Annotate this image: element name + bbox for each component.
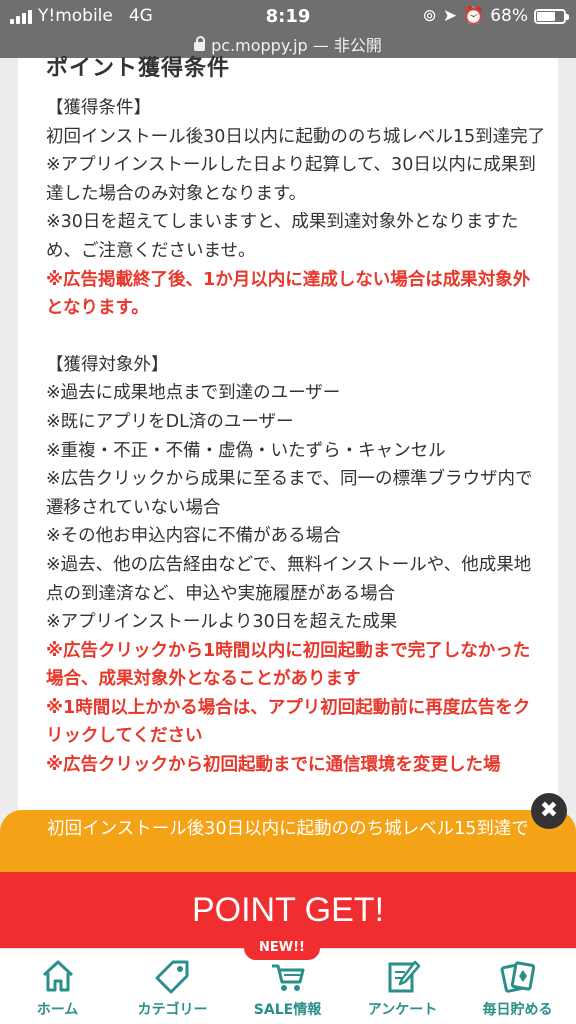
location-icon: ➤ <box>442 6 458 26</box>
condition-line: ※広告クリックから成果に至るまで、同一の標準ブラウザ内で遷移されていない場合 <box>46 469 533 518</box>
nav-label-category: カテゴリー <box>137 1002 208 1018</box>
battery-fill <box>537 11 555 21</box>
nav-item-home[interactable]: ホーム <box>0 949 115 1024</box>
condition-line: ※アプリインストールより30日を超えた成果 <box>46 612 398 633</box>
condition-line: ※広告クリックから初回起動までに通信環境を変更した場 <box>46 755 501 776</box>
alarm-icon: ⏰ <box>463 6 485 26</box>
banner-text: 初回インストール後30日以内に起動ののち城レベル15到達で <box>47 819 529 839</box>
battery-icon <box>534 8 569 24</box>
condition-line: 【獲得条件】 <box>46 98 151 118</box>
section-title: ポイント獲得条件 <box>46 56 231 81</box>
nav-item-daily[interactable]: 毎日貯める <box>460 949 575 1024</box>
url-suffix: — 非公開 <box>312 36 382 55</box>
home-icon <box>42 960 73 992</box>
nav-item-survey[interactable]: アンケート <box>345 949 460 1024</box>
survey-icon <box>388 960 420 993</box>
nav-item-category[interactable]: カテゴリー <box>115 949 230 1024</box>
nav-label-daily: 毎日貯める <box>482 1002 553 1018</box>
conditions-card: ポイント獲得条件 【獲得条件】初回インストール後30日以内に起動ののち城レベル1… <box>18 56 558 838</box>
conditions-text: 【獲得条件】初回インストール後30日以内に起動ののち城レベル15到達完了 ※アプリ… <box>46 94 546 780</box>
close-banner-button[interactable]: ✖ <box>531 793 567 829</box>
nav-label-sale: SALE情報 <box>253 1002 322 1018</box>
condition-line: ※30日を超えてしまいますと、成果到達対象外となりますため、ご注意くださいませ。 <box>46 212 519 261</box>
page: Y!mobile 4G 8:19 ⊚ ➤ ⏰ 68% pc.moppy.jp —… <box>0 0 576 1024</box>
condition-line: ※アプリインストールした日より起算して、30日以内に成果到達した場合のみ対象とな… <box>46 155 536 204</box>
condition-line: ※その他お申込内容に不備がある場合 <box>46 526 341 547</box>
condition-line: ※重複・不正・不備・虚偽・いたずら・キャンセル <box>46 440 446 461</box>
condition-line: ※広告クリックから1時間以内に初回起動まで完了しなかった場合、成果対象外となるこ… <box>46 640 531 690</box>
orientation-lock-icon: ⊚ <box>422 6 437 26</box>
banner-pointer <box>278 860 298 872</box>
condition-line: 初回インストール後30日以内に起動ののち城レベル15到達完了 <box>46 126 546 147</box>
condition-line: ※広告掲載終了後、1か月以内に達成しない場合は成果対象外となります。 <box>46 269 531 319</box>
cart-icon <box>271 964 304 991</box>
condition-line: ※1時間以上かかる場合は、アプリ初回起動前に再度広告をクリックしてください <box>46 697 531 747</box>
nav-label-home: ホーム <box>36 1002 79 1018</box>
condition-line: ※過去、他の広告経由などで、無料インストールや、他成果地点の到達済など、申込や実… <box>46 554 532 604</box>
nav-item-sale[interactable]: SALE情報 <box>230 949 345 1024</box>
nav-label-survey: アンケート <box>367 1002 438 1018</box>
cards-icon <box>500 961 535 993</box>
condition-line: ※既にアプリをDL済のユーザー <box>46 411 294 432</box>
condition-line: ※過去に成果地点まで到達のユーザー <box>46 383 341 404</box>
battery-percent: 68% <box>490 6 528 26</box>
new-badge: NEW!! <box>244 936 320 960</box>
condition-line: 【獲得対象外】 <box>46 354 169 375</box>
tag-icon <box>155 960 188 994</box>
